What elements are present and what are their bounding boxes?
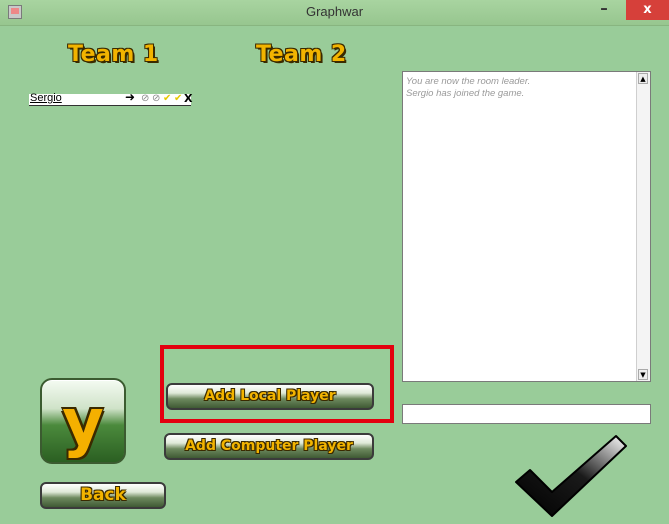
title-bar: Graphwar – x <box>0 0 669 26</box>
y-button-label: y <box>62 386 104 460</box>
chat-log: You are now the room leader. Sergio has … <box>402 71 651 382</box>
window-title: Graphwar <box>305 4 364 19</box>
y-button[interactable]: y <box>40 378 126 464</box>
remove-player-button[interactable]: X <box>184 92 192 105</box>
chat-message: Sergio has joined the game. <box>406 88 525 99</box>
minimize-button[interactable]: – <box>591 0 617 20</box>
back-button[interactable]: Back <box>40 482 166 509</box>
circle-slash-icon[interactable]: ⊘ <box>141 92 149 105</box>
circle-slash-icon[interactable]: ⊘ <box>152 92 160 105</box>
chat-message: You are now the room leader. <box>406 76 531 87</box>
scroll-down-icon[interactable]: ▼ <box>638 369 648 380</box>
player-name[interactable]: Sergio <box>30 92 62 104</box>
team1-heading: Team 1 <box>68 42 159 67</box>
ready-checkmark-icon[interactable] <box>512 432 630 518</box>
check-icon[interactable]: ✔ <box>163 92 171 105</box>
chat-scrollbar[interactable]: ▲ ▼ <box>636 72 650 381</box>
close-button[interactable]: x <box>626 0 669 20</box>
highlight-box <box>160 345 394 423</box>
player-row: Sergio ➜ ⊘ ⊘ ✔ ✔ X <box>29 91 192 106</box>
team2-heading: Team 2 <box>256 42 347 67</box>
check-icon[interactable]: ✔ <box>174 92 182 105</box>
chat-input[interactable] <box>402 404 651 424</box>
add-computer-player-button[interactable]: Add Computer Player <box>164 433 374 460</box>
arrow-right-icon[interactable]: ➜ <box>125 91 135 104</box>
scroll-up-icon[interactable]: ▲ <box>638 73 648 84</box>
